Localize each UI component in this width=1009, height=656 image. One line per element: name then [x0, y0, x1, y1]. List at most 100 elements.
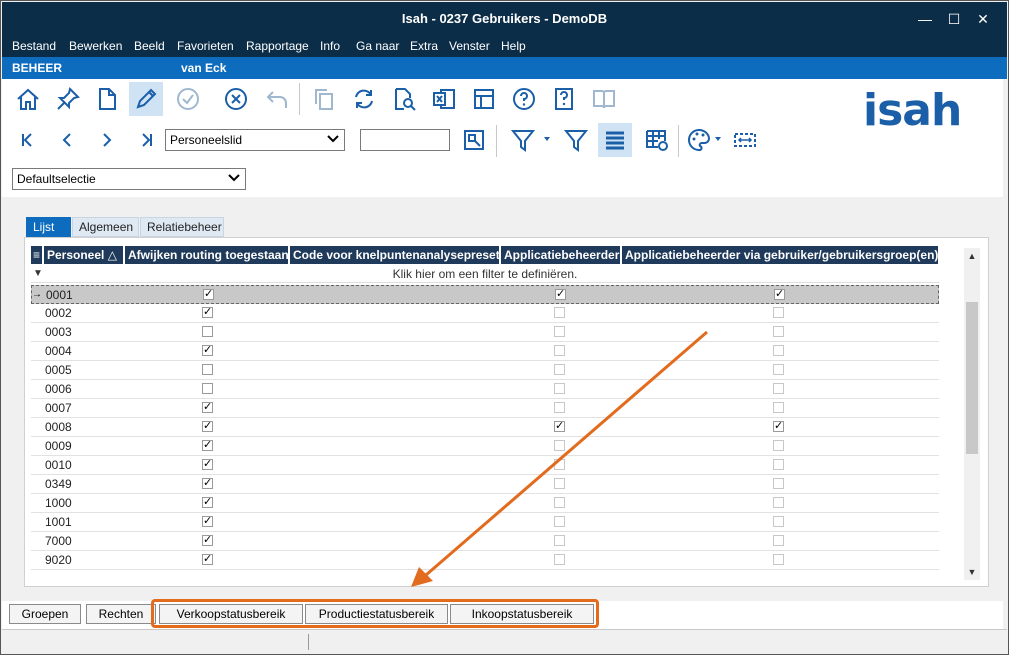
- row-header[interactable]: [31, 361, 43, 379]
- palette-dropdown-arrow[interactable]: [713, 133, 723, 143]
- cell-personeel[interactable]: 0006: [45, 380, 72, 398]
- menu-help[interactable]: Help: [501, 39, 526, 53]
- column-header-code-knelpunten[interactable]: Code voor knelpuntenanalysepresets: [290, 246, 500, 264]
- table-row[interactable]: 0010: [31, 456, 939, 475]
- tab-algemeen[interactable]: Algemeen: [72, 217, 139, 237]
- filter-dropdown-arrow[interactable]: [542, 133, 552, 143]
- undo-button[interactable]: [260, 82, 294, 116]
- cell-personeel[interactable]: 0003: [45, 323, 72, 341]
- row-header[interactable]: [31, 456, 43, 474]
- next-record-button[interactable]: [97, 129, 117, 151]
- current-row-indicator[interactable]: →: [32, 286, 44, 304]
- edit-button[interactable]: [129, 82, 163, 116]
- row-header[interactable]: [31, 380, 43, 398]
- menu-rapportage[interactable]: Rapportage: [246, 39, 309, 53]
- menu-ga-naar[interactable]: Ga naar: [356, 39, 399, 53]
- cell-personeel[interactable]: 0005: [45, 361, 72, 379]
- checkbox-routing[interactable]: [202, 495, 213, 508]
- checkbox-admin-group[interactable]: [773, 459, 784, 470]
- new-button[interactable]: [90, 82, 124, 116]
- checkbox-routing[interactable]: [202, 364, 213, 375]
- home-button[interactable]: [11, 82, 45, 116]
- row-header[interactable]: [31, 323, 43, 341]
- checkbox-admin[interactable]: [554, 383, 565, 394]
- scroll-thumb[interactable]: [966, 302, 978, 454]
- checkbox-admin-group[interactable]: [773, 535, 784, 546]
- cell-personeel[interactable]: 0002: [45, 304, 72, 322]
- row-header[interactable]: [31, 532, 43, 550]
- column-header-personeel[interactable]: Personeel △: [44, 246, 124, 264]
- previous-record-button[interactable]: [57, 129, 77, 151]
- table-row[interactable]: 1000: [31, 494, 939, 513]
- row-header[interactable]: [31, 399, 43, 417]
- help-button[interactable]: [507, 82, 541, 116]
- bottom-tab-groepen[interactable]: Groepen: [9, 604, 81, 624]
- checkbox-admin[interactable]: [554, 364, 565, 375]
- row-header[interactable]: [31, 551, 43, 569]
- checkbox-admin-group[interactable]: [773, 554, 784, 565]
- fit-columns-button[interactable]: [728, 123, 762, 157]
- filter-button[interactable]: [559, 123, 593, 157]
- menu-beeld[interactable]: Beeld: [134, 39, 165, 53]
- row-header[interactable]: [31, 437, 43, 455]
- checkbox-admin[interactable]: [554, 535, 565, 546]
- first-record-button[interactable]: [17, 129, 37, 151]
- checkbox-admin-group[interactable]: [773, 497, 784, 508]
- menu-bewerken[interactable]: Bewerken: [69, 39, 122, 53]
- last-record-button[interactable]: [137, 129, 157, 151]
- checkbox-routing[interactable]: [202, 476, 213, 489]
- bottom-tab-rechten[interactable]: Rechten: [86, 604, 156, 624]
- selection-select[interactable]: Defaultselectie: [12, 168, 246, 190]
- maximize-button[interactable]: ☐: [943, 8, 965, 30]
- menu-favorieten[interactable]: Favorieten: [177, 39, 234, 53]
- search-document-button[interactable]: [387, 82, 421, 116]
- checkbox-admin[interactable]: [554, 419, 565, 432]
- row-header[interactable]: [31, 475, 43, 493]
- checkbox-routing[interactable]: [202, 343, 213, 356]
- checkbox-admin-group[interactable]: [773, 478, 784, 489]
- table-row[interactable]: 0009: [31, 437, 939, 456]
- search-input[interactable]: [360, 129, 450, 151]
- row-header[interactable]: [31, 513, 43, 531]
- column-header-afwijken-routing[interactable]: Afwijken routing toegestaan: [125, 246, 289, 264]
- checkbox-admin-group[interactable]: [773, 345, 784, 356]
- minimize-button[interactable]: —: [914, 8, 936, 30]
- checkbox-routing[interactable]: [202, 305, 213, 318]
- checkbox-routing[interactable]: [202, 533, 213, 546]
- checkbox-admin-group[interactable]: [774, 287, 785, 300]
- checkbox-routing[interactable]: [202, 400, 213, 413]
- checkbox-routing[interactable]: [202, 457, 213, 470]
- row-header[interactable]: [31, 304, 43, 322]
- cell-personeel[interactable]: 0010: [45, 456, 72, 474]
- cell-personeel[interactable]: 0008: [45, 418, 72, 436]
- tab-relatiebeheer[interactable]: Relatiebeheer: [140, 217, 224, 237]
- table-row[interactable]: 0008: [31, 418, 939, 437]
- checkbox-admin[interactable]: [555, 287, 566, 300]
- table-row[interactable]: 0007: [31, 399, 939, 418]
- table-row[interactable]: 1001: [31, 513, 939, 532]
- checkbox-admin[interactable]: [554, 307, 565, 318]
- row-header[interactable]: [31, 494, 43, 512]
- checkbox-admin-group[interactable]: [773, 307, 784, 318]
- menu-extra[interactable]: Extra: [410, 39, 438, 53]
- checkbox-admin-group[interactable]: [773, 516, 784, 527]
- checkbox-admin-group[interactable]: [773, 383, 784, 394]
- cell-personeel[interactable]: 1000: [45, 494, 72, 512]
- checkbox-routing[interactable]: [202, 383, 213, 394]
- checkbox-admin-group[interactable]: [773, 419, 784, 432]
- checkbox-admin-group[interactable]: [773, 440, 784, 451]
- table-row[interactable]: 0349: [31, 475, 939, 494]
- table-row[interactable]: 9020: [31, 551, 939, 570]
- cell-personeel[interactable]: 0009: [45, 437, 72, 455]
- cell-personeel[interactable]: 0004: [45, 342, 72, 360]
- cell-personeel[interactable]: 0349: [45, 475, 72, 493]
- checkbox-admin[interactable]: [554, 345, 565, 356]
- table-row[interactable]: 0005: [31, 361, 939, 380]
- cell-personeel[interactable]: 0001: [46, 286, 73, 304]
- checkbox-routing[interactable]: [202, 419, 213, 432]
- checkbox-admin[interactable]: [554, 497, 565, 508]
- lookup-button[interactable]: [457, 123, 491, 157]
- layout-button[interactable]: [467, 82, 501, 116]
- palette-button[interactable]: [682, 123, 716, 157]
- table-row[interactable]: 0002: [31, 304, 939, 323]
